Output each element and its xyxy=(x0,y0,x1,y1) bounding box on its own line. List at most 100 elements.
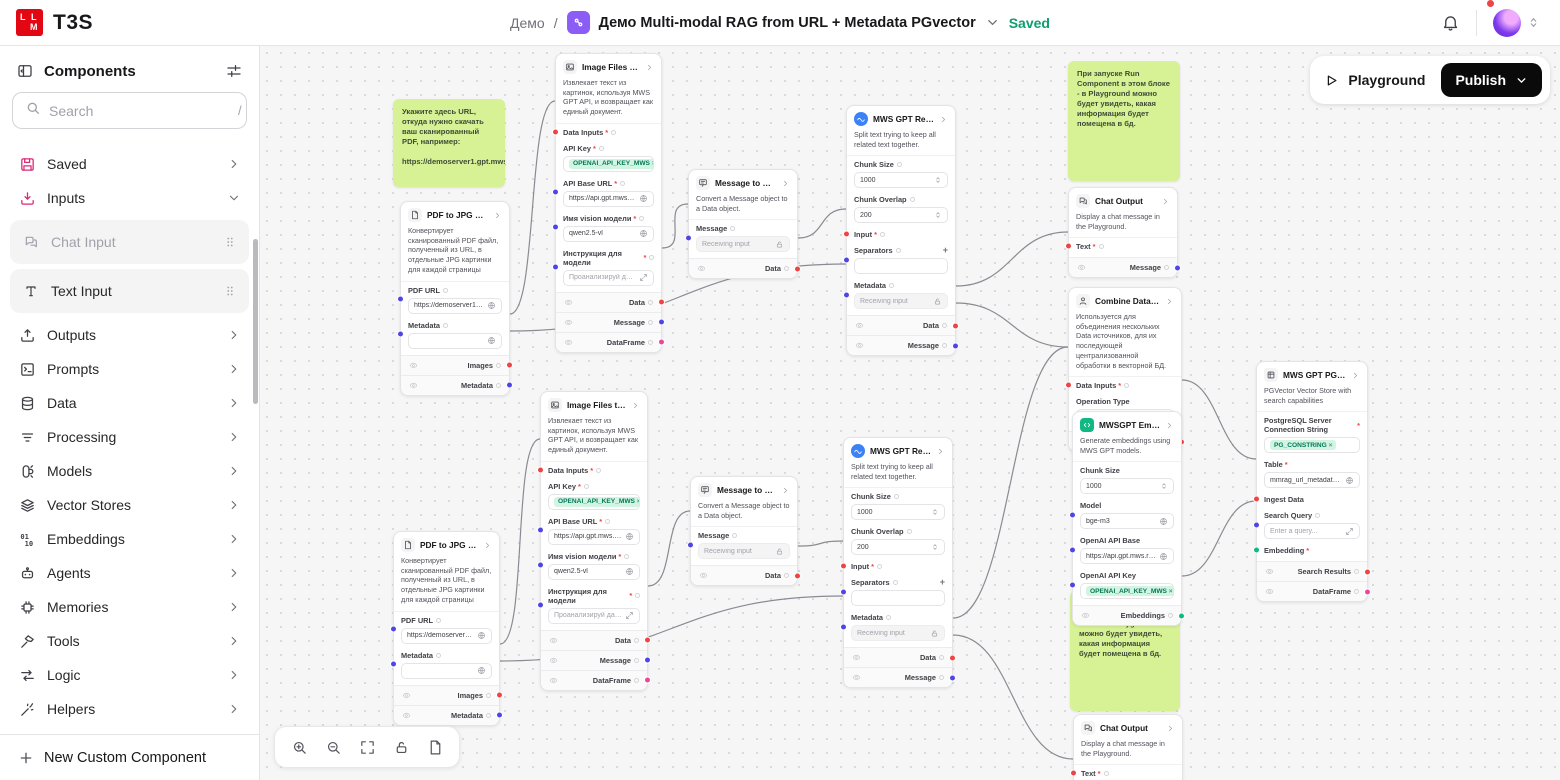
drag-handle-icon[interactable] xyxy=(223,284,237,298)
account-menu[interactable] xyxy=(1487,0,1540,37)
input-handle-blue[interactable] xyxy=(687,541,694,549)
chevron-right-icon[interactable] xyxy=(1165,421,1174,430)
output-message[interactable]: Message xyxy=(1069,258,1181,277)
avatar[interactable] xyxy=(1493,8,1521,37)
output-metadata[interactable]: Metadata xyxy=(401,376,513,395)
field-input[interactable]: Input * xyxy=(840,558,952,574)
field-search-query[interactable]: Search Query Enter a query... xyxy=(1253,507,1367,542)
input-handle-blue[interactable] xyxy=(685,234,692,242)
input-handle-blue[interactable] xyxy=(1253,521,1260,529)
api-key-input[interactable]: OPENAI_API_KEY_MWS × xyxy=(563,155,654,172)
chevron-right-icon[interactable] xyxy=(227,498,241,512)
output-handle-blue[interactable] xyxy=(1174,264,1181,272)
flow-title[interactable]: Демо Multi-modal RAG from URL + Metadata… xyxy=(599,15,976,31)
eye-icon[interactable] xyxy=(855,321,864,330)
input-handle-blue[interactable] xyxy=(840,623,847,631)
chevron-right-icon[interactable] xyxy=(227,634,241,648)
output-handle-blue[interactable] xyxy=(644,656,651,664)
globe-icon[interactable] xyxy=(639,194,648,203)
filter-settings-icon[interactable] xyxy=(225,62,243,80)
field-инструкция-для-модели[interactable]: Инструкция для модели* Проанализируй данн… xyxy=(552,245,661,289)
field-инструкция-для-модели[interactable]: Инструкция для модели* Проанализируй данн… xyxy=(537,583,647,627)
metadata-input[interactable]: Receiving input xyxy=(854,293,948,310)
output-handle-pink[interactable] xyxy=(1364,588,1371,596)
chevron-right-icon[interactable] xyxy=(1351,371,1360,380)
chevron-right-icon[interactable] xyxy=(631,401,640,410)
field-metadata[interactable]: Metadata Receiving input xyxy=(843,277,955,312)
input-handle-blue[interactable] xyxy=(1069,581,1076,589)
field-api-key[interactable]: API Key* OPENAI_API_KEY_MWS × xyxy=(541,478,647,513)
pdf-url-input[interactable]: https://demoserver1.gpt.mws.ru/d... xyxy=(408,297,502,314)
eye-icon[interactable] xyxy=(855,341,864,350)
zoomin-button[interactable] xyxy=(283,731,315,763)
sidebar-scrollbar[interactable] xyxy=(253,239,258,404)
sidebar-item-embeddings[interactable]: 01 10 Embeddings xyxy=(10,522,249,556)
field-data-inputs[interactable]: Data Inputs * xyxy=(537,462,647,478)
node-embeddings[interactable]: MWSGPT Embeddings Generate embeddings usi… xyxy=(1069,411,1185,627)
field-embedding[interactable]: Embedding * xyxy=(1253,542,1367,558)
expand-icon[interactable] xyxy=(1345,527,1354,536)
eye-icon[interactable] xyxy=(564,318,573,327)
eye-icon[interactable] xyxy=(1265,567,1274,576)
node-splitter-1[interactable]: MWS GPT Recursive ... Split text trying t… xyxy=(843,105,959,357)
output-message[interactable]: Message xyxy=(541,651,651,671)
output-data[interactable]: Data xyxy=(844,648,956,669)
output-handle-blue[interactable] xyxy=(949,674,956,682)
globe-icon[interactable] xyxy=(477,631,486,640)
output-message[interactable]: Message xyxy=(556,313,665,333)
input-handle-red[interactable] xyxy=(843,230,850,238)
sticky-note-url[interactable]: Укажите здесь URL, откуда нужно скачать … xyxy=(393,99,505,187)
globe-icon[interactable] xyxy=(1159,517,1168,526)
globe-icon[interactable] xyxy=(639,229,648,238)
output-handle-red[interactable] xyxy=(1364,568,1371,576)
node-pdf-to-jpg-2[interactable]: PDF to JPG Converter Конвертирует сканиро… xyxy=(390,531,503,726)
new-custom-component-button[interactable]: New Custom Component xyxy=(0,734,259,780)
chevron-right-icon[interactable] xyxy=(645,63,654,72)
variable-tag[interactable]: OPENAI_API_KEY_MWS × xyxy=(569,158,653,169)
table-input[interactable]: mmrag_url_metadata4848 xyxy=(1264,472,1360,489)
field-chunk-size[interactable]: Chunk Size 1000 xyxy=(844,488,952,523)
chevron-right-icon[interactable] xyxy=(227,702,241,716)
field-message[interactable]: Message Receiving input xyxy=(685,220,797,255)
output-handle-pink[interactable] xyxy=(658,338,665,346)
chevron-right-icon[interactable] xyxy=(227,157,241,171)
component-item-chat-input[interactable]: Chat Input xyxy=(10,220,249,264)
input-handle-red[interactable] xyxy=(1065,381,1072,389)
output-handle-red[interactable] xyxy=(644,636,651,644)
metadata-input[interactable] xyxy=(408,332,502,349)
separators-input[interactable] xyxy=(854,258,948,275)
sidebar-item-outputs[interactable]: Outputs xyxy=(10,318,249,352)
node-header[interactable]: Chat Output xyxy=(1074,715,1182,739)
stepper-icon[interactable] xyxy=(1160,482,1168,490)
field-table[interactable]: Table* mmrag_url_metadata4848 xyxy=(1257,456,1367,491)
инструкция-для-модели-input[interactable]: Проанализируй данное изобр... xyxy=(563,269,654,286)
input-handle-red[interactable] xyxy=(1070,769,1077,777)
chevron-right-icon[interactable] xyxy=(1161,197,1170,206)
lock-button[interactable] xyxy=(385,731,417,763)
output-metadata[interactable]: Metadata xyxy=(394,706,503,725)
eye-icon[interactable] xyxy=(1265,587,1274,596)
api-base-url-input[interactable]: https://api.gpt.mws.ru/v1 xyxy=(563,190,654,207)
chevron-right-icon[interactable] xyxy=(781,486,790,495)
publish-button[interactable]: Publish xyxy=(1441,63,1542,97)
output-handle-blue[interactable] xyxy=(952,342,959,350)
node-msg-to-data-2[interactable]: Message to Data Convert a Message object … xyxy=(687,476,801,587)
input-handle-blue[interactable] xyxy=(552,223,559,231)
sidebar-item-memories[interactable]: Memories xyxy=(10,590,249,624)
globe-icon[interactable] xyxy=(625,532,634,541)
chevron-right-icon[interactable] xyxy=(939,115,948,124)
sidebar-item-agents[interactable]: Agents xyxy=(10,556,249,590)
output-data[interactable]: Data xyxy=(689,259,801,278)
output-embeddings[interactable]: Embeddings xyxy=(1073,606,1185,625)
field-api-base-url[interactable]: API Base URL* https://api.gpt.mws.ru/v1 xyxy=(552,175,661,210)
node-splitter-2[interactable]: MWS GPT Recursive ... Split text trying t… xyxy=(840,437,956,689)
input-handle-green[interactable] xyxy=(1253,546,1260,554)
output-handle-green[interactable] xyxy=(1178,612,1185,620)
eye-icon[interactable] xyxy=(697,264,706,273)
field-separators[interactable]: Separators + xyxy=(840,574,952,609)
bell-icon[interactable] xyxy=(1441,13,1460,32)
node-pgvector[interactable]: MWS GPT PGVector PGVector Vector Store wi… xyxy=(1253,361,1371,603)
input-handle-blue[interactable] xyxy=(390,660,397,668)
input-handle-red[interactable] xyxy=(1065,242,1072,250)
node-chat-output-2[interactable]: Chat Output Display a chat message in the… xyxy=(1070,714,1183,780)
